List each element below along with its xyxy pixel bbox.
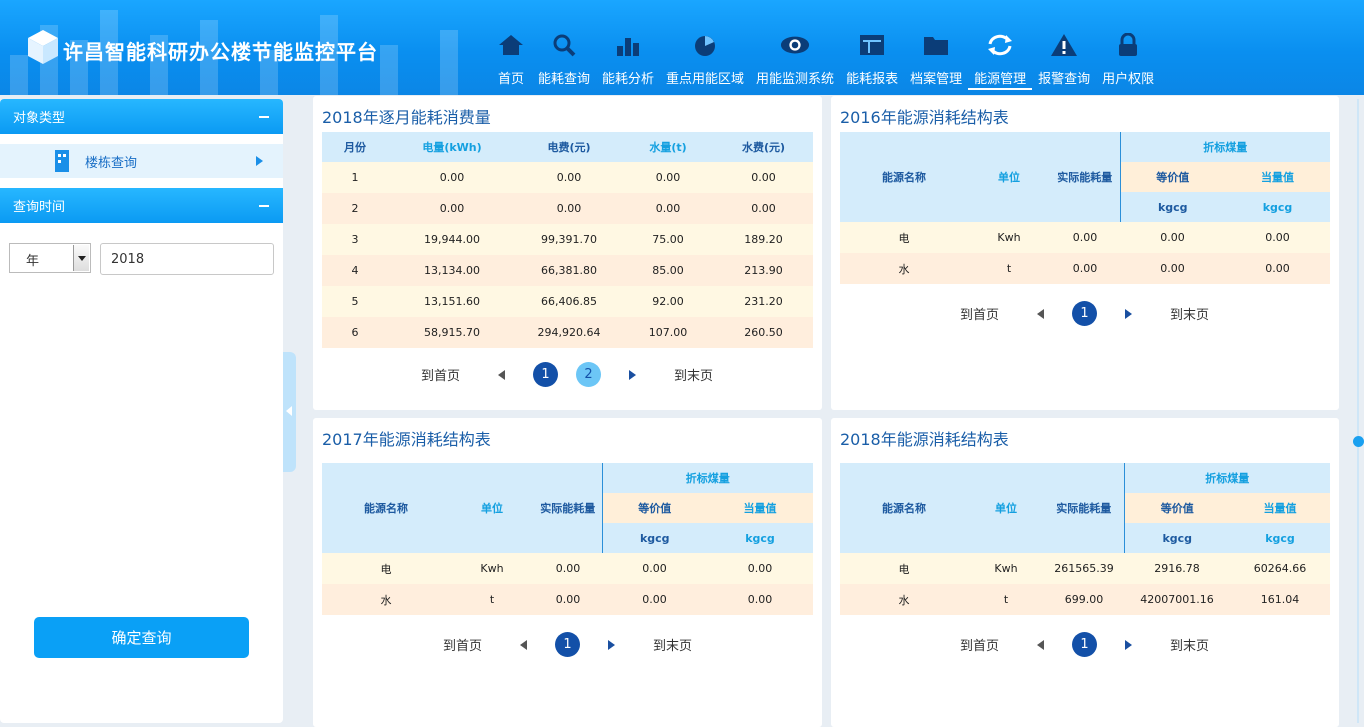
pagination: 到首页 1 到末页	[960, 301, 1209, 326]
nav-reports[interactable]: 能耗报表	[840, 30, 904, 90]
table-row: 6 58,915.70 294,920.64 107.00 260.50	[322, 317, 813, 348]
chevron-right-icon	[256, 156, 263, 166]
eye-icon	[780, 36, 810, 54]
pagination: 到首页 1 2 到末页	[421, 362, 713, 387]
pagination: 到首页 1 到末页	[960, 632, 1209, 657]
sidebar: 对象类型 楼栋查询 查询时间 年 确定查询	[0, 99, 283, 723]
dropdown-arrow-icon[interactable]	[73, 245, 89, 271]
table-row: 3 19,944.00 99,391.70 75.00 189.20	[322, 224, 813, 255]
warning-icon	[1051, 34, 1078, 56]
query-row: 年	[0, 243, 283, 275]
col-header: 电费(元)	[516, 132, 622, 162]
top-header: 许昌智能科研办公楼节能监控平台 首页 能耗查询 能耗分析 重点用能区域 用能监测…	[0, 0, 1364, 95]
table-row: 4 13,134.00 66,381.80 85.00 213.90	[322, 255, 813, 286]
panel-title: 2018年逐月能耗消费量	[322, 108, 491, 127]
prev-page-icon[interactable]	[520, 639, 528, 650]
panel-title: 2018年能源消耗结构表	[840, 430, 1009, 449]
page-1-button[interactable]: 1	[1072, 301, 1098, 326]
first-page-link[interactable]: 到首页	[421, 365, 460, 384]
sidebar-collapse-handle[interactable]	[283, 352, 296, 472]
collapse-minus-icon[interactable]	[259, 204, 269, 207]
structure-2016-panel: 2016年能源消耗结构表 能源名称 单位 实际能耗量 折标煤量 等价值 当量值 …	[831, 96, 1339, 410]
table-row: 电 Kwh 0.00 0.00 0.00	[840, 222, 1330, 253]
first-page-link[interactable]: 到首页	[960, 304, 999, 323]
period-select[interactable]: 年	[9, 243, 91, 273]
nav-archives[interactable]: 档案管理	[904, 30, 968, 90]
page-1-button[interactable]: 1	[533, 362, 559, 387]
structure-2018-panel: 2018年能源消耗结构表 能源名称 单位 实际能耗量 折标煤量 等价值 当量值 …	[831, 418, 1339, 727]
monthly-table: 月份 电量(kWh) 电费(元) 水量(t) 水费(元) 1 0.00 0.00 0.…	[322, 132, 813, 348]
nav-monitoring[interactable]: 用能监测系统	[750, 30, 840, 90]
table-row: 水 t 699.00 42007001.16 161.04	[840, 584, 1330, 615]
nav-alarm-query[interactable]: 报警查询	[1032, 30, 1096, 90]
structure-table-2016: 能源名称 单位 实际能耗量 折标煤量 等价值 当量值 kgcg kgcg 电 Kw…	[840, 132, 1330, 284]
prev-page-icon[interactable]	[1037, 639, 1045, 650]
object-type-header[interactable]: 对象类型	[0, 99, 283, 134]
table-row: 水 t 0.00 0.00 0.00	[322, 584, 813, 615]
table-row: 5 13,151.60 66,406.85 92.00 231.20	[322, 286, 813, 317]
panel-title: 2016年能源消耗结构表	[840, 108, 1009, 127]
nav-key-areas[interactable]: 重点用能区域	[660, 30, 750, 90]
prev-page-icon[interactable]	[498, 369, 506, 380]
nav-energy-analysis[interactable]: 能耗分析	[596, 30, 660, 90]
first-page-link[interactable]: 到首页	[443, 635, 482, 654]
last-page-link[interactable]: 到末页	[674, 365, 713, 384]
building-icon	[55, 150, 69, 172]
monthly-consumption-panel: 2018年逐月能耗消费量 月份 电量(kWh) 电费(元) 水量(t) 水费(元…	[313, 96, 822, 410]
folder-icon	[924, 37, 949, 55]
prev-page-icon[interactable]	[1037, 308, 1045, 319]
scrollbar-thumb[interactable]	[1353, 436, 1364, 447]
nav-energy-management[interactable]: 能源管理	[968, 30, 1033, 90]
lock-icon	[1119, 33, 1138, 56]
main-nav: 首页 能耗查询 能耗分析 重点用能区域 用能监测系统 能耗报表 档案管理 能源管…	[490, 30, 1160, 90]
panel-title: 2017年能源消耗结构表	[322, 430, 491, 449]
object-type-title: 对象类型	[13, 111, 66, 126]
table-row: 2 0.00 0.00 0.00 0.00	[322, 193, 813, 224]
pagination: 到首页 1 到末页	[443, 632, 692, 657]
table-row: 电 Kwh 261565.39 2916.78 60264.66	[840, 553, 1330, 584]
year-input[interactable]	[100, 243, 274, 275]
nav-energy-query[interactable]: 能耗查询	[532, 30, 596, 90]
col-header: 水量(t)	[622, 132, 714, 162]
last-page-link[interactable]: 到末页	[1170, 635, 1209, 654]
table-row: 电 Kwh 0.00 0.00 0.00	[322, 553, 813, 584]
confirm-query-button[interactable]: 确定查询	[34, 617, 249, 658]
next-page-icon[interactable]	[1125, 639, 1133, 650]
col-header: 电量(kWh)	[388, 132, 516, 162]
structure-2017-panel: 2017年能源消耗结构表 能源名称 单位 实际能耗量 折标煤量 等价值 当量值 …	[313, 418, 822, 727]
next-page-icon[interactable]	[608, 639, 616, 650]
sidebar-item-building-query[interactable]: 楼栋查询	[0, 144, 283, 178]
pie-chart-icon	[695, 36, 716, 56]
table-row: 1 0.00 0.00 0.00 0.00	[322, 162, 813, 193]
logo-cube-icon	[28, 30, 58, 64]
sidebar-item-label: 楼栋查询	[85, 155, 138, 171]
nav-home[interactable]: 首页	[490, 30, 532, 90]
last-page-link[interactable]: 到末页	[1170, 304, 1209, 323]
next-page-icon[interactable]	[629, 369, 637, 380]
structure-table-2018: 能源名称 单位 实际能耗量 折标煤量 等价值 当量值 kgcg kgcg 电 Kw…	[840, 463, 1330, 615]
next-page-icon[interactable]	[1125, 308, 1133, 319]
col-header: 水费(元)	[714, 132, 813, 162]
query-time-header[interactable]: 查询时间	[0, 188, 283, 223]
first-page-link[interactable]: 到首页	[960, 635, 999, 654]
scrollbar-track[interactable]	[1357, 99, 1359, 723]
page-1-button[interactable]: 1	[555, 632, 581, 657]
last-page-link[interactable]: 到末页	[653, 635, 692, 654]
search-icon	[553, 34, 576, 57]
refresh-icon	[988, 34, 1013, 56]
collapse-minus-icon[interactable]	[259, 115, 269, 118]
bar-chart-icon	[617, 38, 640, 56]
home-icon	[499, 35, 523, 55]
col-header: 月份	[322, 132, 388, 162]
table-icon	[860, 35, 885, 55]
page-1-button[interactable]: 1	[1072, 632, 1098, 657]
page-2-button[interactable]: 2	[576, 362, 602, 387]
page-scrollbar[interactable]	[1352, 95, 1364, 727]
structure-table-2017: 能源名称 单位 实际能耗量 折标煤量 等价值 当量值 kgcg kgcg 电 Kw…	[322, 463, 813, 615]
table-row: 水 t 0.00 0.00 0.00	[840, 253, 1330, 284]
nav-user-permissions[interactable]: 用户权限	[1096, 30, 1160, 90]
app-title: 许昌智能科研办公楼节能监控平台	[63, 40, 378, 64]
query-time-title: 查询时间	[13, 200, 66, 215]
